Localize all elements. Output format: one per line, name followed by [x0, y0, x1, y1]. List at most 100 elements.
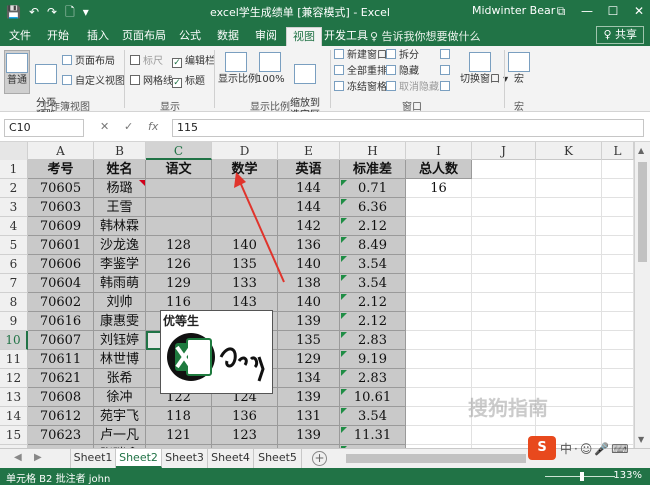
cell[interactable] — [406, 236, 472, 255]
cell[interactable]: 70609 — [28, 217, 94, 236]
add-sheet-button[interactable]: + — [312, 451, 327, 466]
cell[interactable]: 2.12 — [340, 217, 406, 236]
cell[interactable] — [146, 198, 212, 217]
cell[interactable] — [602, 331, 634, 350]
tab-home[interactable]: 开始 — [40, 27, 76, 46]
cell[interactable] — [536, 217, 602, 236]
cell[interactable]: 2.83 — [340, 369, 406, 388]
cell[interactable]: 136 — [212, 407, 278, 426]
minimize-icon[interactable]: — — [580, 2, 594, 20]
page-break-preview-button[interactable]: 分页 预览 — [32, 50, 60, 121]
reset-position-button[interactable] — [440, 80, 453, 95]
cell[interactable]: 140 — [278, 293, 340, 312]
cell[interactable]: 118 — [146, 407, 212, 426]
cell[interactable] — [602, 293, 634, 312]
cell[interactable] — [406, 331, 472, 350]
cell[interactable] — [406, 255, 472, 274]
cell[interactable] — [406, 426, 472, 445]
cell[interactable] — [536, 236, 602, 255]
cell[interactable]: 129 — [278, 350, 340, 369]
row-header-11[interactable]: 11 — [0, 350, 28, 369]
cell[interactable]: 16 — [406, 179, 472, 198]
cell[interactable]: 70612 — [28, 407, 94, 426]
cell[interactable]: 英语 — [278, 160, 340, 179]
view-side-by-side-button[interactable] — [440, 48, 453, 63]
cell[interactable]: 李鉴学 — [94, 255, 146, 274]
column-header-e[interactable]: E — [278, 142, 340, 160]
row-header-13[interactable]: 13 — [0, 388, 28, 407]
cell[interactable]: 王雪 — [94, 198, 146, 217]
cell[interactable]: 0.71 — [340, 179, 406, 198]
ribbon-display-icon[interactable]: ⧉ — [554, 2, 568, 20]
prev-sheet-icon[interactable]: ◀ — [14, 452, 22, 463]
cell[interactable]: 70604 — [28, 274, 94, 293]
cell[interactable]: 133 — [212, 274, 278, 293]
formula-bar-checkbox[interactable]: ✓ 编辑栏 — [172, 54, 215, 69]
normal-view-button[interactable]: 普通 — [4, 50, 30, 94]
tab-view[interactable]: 视图 — [286, 27, 322, 46]
undo-icon[interactable]: ↶ — [29, 3, 39, 21]
zoom-level[interactable]: 133% — [613, 470, 642, 481]
cell-comment[interactable]: 优等生 — [160, 310, 273, 394]
row-header-9[interactable]: 9 — [0, 312, 28, 331]
cell[interactable] — [406, 350, 472, 369]
sync-scroll-button[interactable] — [440, 64, 453, 79]
vertical-scrollbar[interactable]: ▲ ▼ — [634, 142, 650, 448]
cell[interactable]: 123 — [212, 426, 278, 445]
cell[interactable] — [536, 255, 602, 274]
sheet-tab-sheet3[interactable]: Sheet3 — [162, 449, 208, 468]
cell[interactable] — [472, 255, 536, 274]
unhide-button[interactable]: 取消隐藏 — [386, 80, 439, 95]
cell[interactable]: 林世博 — [94, 350, 146, 369]
cell[interactable] — [406, 198, 472, 217]
cell[interactable] — [406, 312, 472, 331]
cell[interactable] — [472, 160, 536, 179]
formula-input[interactable]: 115 — [172, 119, 644, 137]
row-header-14[interactable]: 14 — [0, 407, 28, 426]
tab-developer[interactable]: 开发工具 — [324, 27, 368, 46]
customize-qat-icon[interactable]: ▾ — [83, 3, 89, 21]
row-header-2[interactable]: 2 — [0, 179, 28, 198]
cell[interactable] — [472, 179, 536, 198]
cell[interactable] — [536, 331, 602, 350]
horizontal-scrollbar[interactable] — [346, 454, 526, 463]
row-header-6[interactable]: 6 — [0, 255, 28, 274]
cell[interactable] — [602, 217, 634, 236]
cell[interactable]: 70607 — [28, 331, 94, 350]
cell[interactable] — [212, 179, 278, 198]
cell[interactable]: 3.54 — [340, 407, 406, 426]
switch-windows-button[interactable]: 切换窗口 ▾ — [460, 50, 508, 94]
scroll-down-icon[interactable]: ▼ — [638, 435, 644, 444]
cell[interactable] — [602, 179, 634, 198]
cell[interactable]: 70611 — [28, 350, 94, 369]
scroll-thumb[interactable] — [638, 162, 647, 262]
cell[interactable]: 康惠雯 — [94, 312, 146, 331]
cell[interactable] — [536, 198, 602, 217]
column-header-c[interactable]: C — [146, 142, 212, 160]
sheet-tab-sheet1[interactable]: Sheet1 — [70, 449, 116, 468]
cell[interactable]: 129 — [146, 274, 212, 293]
cell[interactable]: 姓名 — [94, 160, 146, 179]
column-header-i[interactable]: I — [406, 142, 472, 160]
sheet-tab-sheet4[interactable]: Sheet4 — [208, 449, 254, 468]
cell[interactable] — [472, 198, 536, 217]
tab-data[interactable]: 数据 — [210, 27, 246, 46]
sheet-tab-sheet5[interactable]: Sheet5 — [254, 449, 302, 468]
custom-views-button[interactable]: 自定义视图 — [62, 74, 125, 89]
enter-icon[interactable]: ✓ — [124, 120, 133, 133]
maximize-icon[interactable]: ☐ — [606, 2, 620, 20]
cell[interactable] — [536, 350, 602, 369]
cell[interactable] — [472, 350, 536, 369]
cell[interactable]: 136 — [278, 236, 340, 255]
arrange-all-button[interactable]: 全部重排 — [334, 64, 387, 79]
cell[interactable]: 70621 — [28, 369, 94, 388]
cell[interactable]: 70623 — [28, 426, 94, 445]
cell[interactable]: 考号 — [28, 160, 94, 179]
cell[interactable]: 数学 — [212, 160, 278, 179]
cell[interactable]: 139 — [278, 388, 340, 407]
cell[interactable]: 6.36 — [340, 198, 406, 217]
cell[interactable] — [536, 274, 602, 293]
ruler-checkbox[interactable]: 标尺 — [130, 54, 163, 69]
cell[interactable]: 总人数 — [406, 160, 472, 179]
cell[interactable]: 70616 — [28, 312, 94, 331]
